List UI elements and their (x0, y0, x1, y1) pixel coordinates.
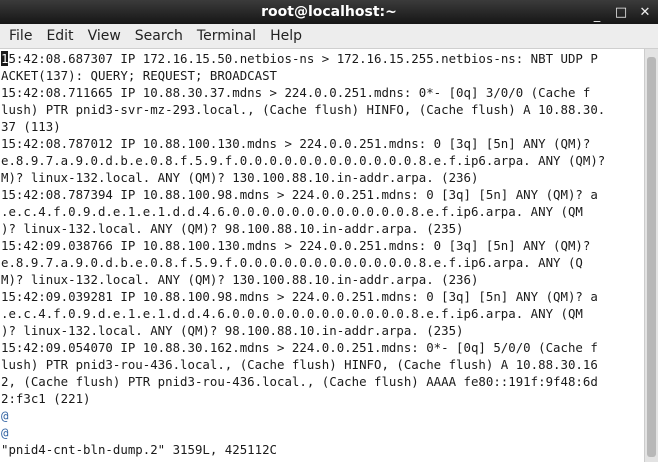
terminal-line: 37 (113) (1, 119, 61, 134)
terminal-line: 15:42:09.054070 IP 10.88.30.162.mdns > 2… (1, 340, 598, 355)
terminal-line-text: 5:42:08.687307 IP 172.16.15.50.netbios-n… (8, 51, 598, 66)
terminal-line: M)? linux-132.local. ANY (QM)? 130.100.8… (1, 170, 479, 185)
vertical-scrollbar[interactable] (644, 49, 658, 462)
window-controls: _ □ ✕ (590, 0, 652, 24)
terminal-line: .e.c.4.f.0.9.d.e.1.e.1.d.d.4.6.0.0.0.0.0… (1, 204, 583, 219)
terminal-line: 15:42:08.787394 IP 10.88.100.98.mdns > 2… (1, 187, 598, 202)
terminal-line: lush) PTR pnid3-rou-436.local., (Cache f… (1, 357, 598, 372)
window-title: root@localhost:~ (261, 4, 397, 20)
terminal-output[interactable]: 15:42:08.687307 IP 172.16.15.50.netbios-… (0, 49, 646, 462)
close-icon[interactable]: ✕ (638, 5, 652, 20)
menu-edit[interactable]: Edit (39, 24, 80, 48)
terminal-line: ACKET(137): QUERY; REQUEST; BROADCAST (1, 68, 278, 83)
terminal-line: 2:f3c1 (221) (1, 391, 91, 406)
terminal-line: 15:42:08.787012 IP 10.88.100.130.mdns > … (1, 136, 591, 151)
terminal-line: )? linux-132.local. ANY (QM)? 98.100.88.… (1, 221, 464, 236)
menu-terminal[interactable]: Terminal (190, 24, 263, 48)
terminal-line: 15:42:09.038766 IP 10.88.100.130.mdns > … (1, 238, 591, 253)
scrollbar-thumb[interactable] (647, 57, 656, 457)
terminal-window: root@localhost:~ _ □ ✕ File Edit View Se… (0, 0, 658, 462)
terminal-line: 15:42:09.039281 IP 10.88.100.98.mdns > 2… (1, 289, 598, 304)
terminal-line: 15:42:08.711665 IP 10.88.30.37.mdns > 22… (1, 85, 591, 100)
menu-file[interactable]: File (2, 24, 39, 48)
terminal-line: lush) PTR pnid3-svr-mz-293.local., (Cach… (1, 102, 606, 117)
empty-buffer-marker: @ (1, 425, 9, 440)
terminal-line: .e.c.4.f.0.9.d.e.1.e.1.d.d.4.6.0.0.0.0.0… (1, 306, 583, 321)
terminal-line: e.8.9.7.a.9.0.d.b.e.0.8.f.5.9.f.0.0.0.0.… (1, 255, 583, 270)
maximize-icon[interactable]: □ (614, 5, 628, 20)
empty-buffer-marker: @ (1, 408, 9, 423)
menu-view[interactable]: View (81, 24, 128, 48)
menu-help[interactable]: Help (263, 24, 309, 48)
title-bar[interactable]: root@localhost:~ _ □ ✕ (0, 0, 658, 24)
terminal-line: 2, (Cache flush) PTR pnid3-rou-436.local… (1, 374, 598, 389)
vim-status-line: "pnid4-cnt-bln-dump.2" 3159L, 425112C (1, 442, 278, 457)
minimize-icon[interactable]: _ (590, 8, 604, 23)
terminal-line: M)? linux-132.local. ANY (QM)? 130.100.8… (1, 272, 479, 287)
menu-search[interactable]: Search (128, 24, 190, 48)
terminal-line: 15:42:08.687307 IP 172.16.15.50.netbios-… (1, 50, 646, 67)
menu-bar: File Edit View Search Terminal Help (0, 24, 658, 49)
terminal-line: e.8.9.7.a.9.0.d.b.e.0.8.f.5.9.f.0.0.0.0.… (1, 153, 606, 168)
terminal-line: )? linux-132.local. ANY (QM)? 98.100.88.… (1, 323, 464, 338)
